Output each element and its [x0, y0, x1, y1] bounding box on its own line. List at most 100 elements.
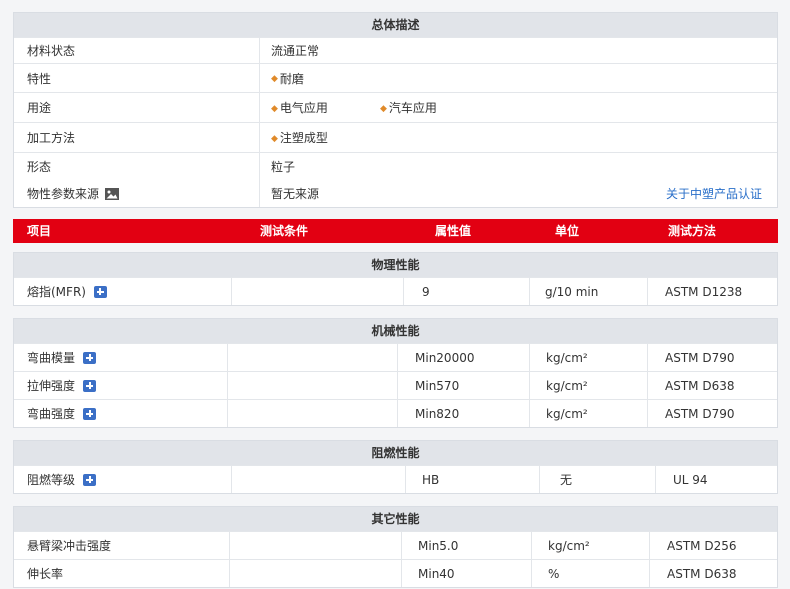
overview-value-text: 流通正常: [271, 44, 320, 58]
property-name-text: 拉伸强度: [27, 379, 76, 393]
property-method: ASTM D790: [665, 406, 735, 421]
overview-row-source: 物性参数来源 暂无来源 关于中塑产品认证: [14, 180, 777, 207]
overview-value: ◆ 注塑成型: [260, 123, 777, 152]
section-other: 其它性能 悬臂梁冲击强度 Min5.0 kg/cm² ASTM D256 伸长率…: [13, 506, 778, 588]
property-method: ASTM D256: [667, 538, 737, 553]
overview-label: 材料状态: [14, 38, 260, 63]
property-row: 拉伸强度 Min570 kg/cm² ASTM D638: [14, 371, 777, 399]
property-method: ASTM D638: [667, 566, 737, 581]
property-name-text: 熔指(MFR): [27, 285, 86, 299]
section-title: 阻燃性能: [14, 441, 777, 465]
property-unit: g/10 min: [530, 278, 648, 305]
overview-label: 形态: [14, 153, 260, 180]
property-condition: [232, 278, 404, 305]
overview-label-text: 物性参数来源: [27, 187, 100, 201]
property-unit: 无: [540, 466, 656, 493]
overview-label: 加工方法: [14, 123, 260, 152]
section-flame: 阻燃性能 阻燃等级 HB 无 UL 94: [13, 440, 778, 494]
feature-tag-label: 耐磨: [279, 71, 304, 86]
property-unit: kg/cm²: [530, 344, 648, 371]
section-physical: 物理性能 熔指(MFR) 9 g/10 min ASTM D1238: [13, 252, 778, 306]
overview-value: ◆ 耐磨: [260, 64, 777, 92]
property-method: ASTM D638: [665, 378, 735, 393]
property-name-text: 弯曲模量: [27, 351, 76, 365]
image-icon[interactable]: [105, 187, 120, 200]
certification-link[interactable]: 关于中塑产品认证: [666, 185, 762, 202]
usage-tag-label: 汽车应用: [388, 101, 437, 115]
property-row: 悬臂梁冲击强度 Min5.0 kg/cm² ASTM D256: [14, 531, 777, 559]
property-unit: kg/cm²: [532, 532, 650, 559]
usage-tag-electrical[interactable]: ◆ 电气应用: [271, 99, 328, 116]
property-method: ASTM D1238: [665, 284, 743, 299]
overview-row-processing: 加工方法 ◆ 注塑成型: [14, 122, 777, 152]
expand-plus-icon[interactable]: [83, 407, 97, 420]
section-mechanical: 机械性能 弯曲模量 Min20000 kg/cm² ASTM D790 拉伸强度…: [13, 318, 778, 428]
usage-tag-label: 电气应用: [279, 101, 328, 115]
overview-value: 粒子: [260, 153, 777, 180]
processing-tag[interactable]: ◆ 注塑成型: [271, 129, 328, 146]
property-name: 拉伸强度: [14, 372, 228, 399]
property-value: Min5.0: [402, 532, 532, 559]
property-unit: kg/cm²: [530, 400, 648, 427]
overview-row-usage: 用途 ◆ 电气应用 ◆ 汽车应用: [14, 92, 777, 122]
property-row: 阻燃等级 HB 无 UL 94: [14, 465, 777, 493]
overview-row-feature: 特性 ◆ 耐磨: [14, 63, 777, 92]
property-row: 熔指(MFR) 9 g/10 min ASTM D1238: [14, 277, 777, 305]
overview-table: 总体描述 材料状态 流通正常 特性 ◆ 耐磨 用途 ◆ 电气应用 ◆ 汽车应用 加工方…: [13, 12, 778, 208]
property-name-text: 弯曲强度: [27, 407, 76, 421]
column-header-item: 项目: [27, 224, 52, 238]
property-value: Min820: [398, 400, 530, 427]
property-name: 阻燃等级: [14, 466, 232, 493]
property-name: 熔指(MFR): [14, 278, 232, 305]
property-condition: [228, 400, 398, 427]
overview-row-form: 形态 粒子: [14, 152, 777, 180]
overview-title: 总体描述: [14, 13, 777, 37]
property-name-text: 阻燃等级: [27, 473, 76, 487]
property-name-text: 悬臂梁冲击强度: [27, 539, 112, 553]
column-header-method: 测试方法: [668, 224, 717, 238]
bullet-icon: ◆: [271, 103, 278, 114]
overview-label: 特性: [14, 64, 260, 92]
section-title: 其它性能: [14, 507, 777, 531]
feature-tag[interactable]: ◆ 耐磨: [271, 70, 304, 87]
property-unit: %: [532, 560, 650, 587]
expand-plus-icon[interactable]: [93, 285, 107, 298]
expand-plus-icon[interactable]: [83, 351, 97, 364]
property-name: 伸长率: [14, 560, 230, 587]
column-header-condition: 测试条件: [260, 224, 309, 238]
expand-plus-icon[interactable]: [83, 379, 97, 392]
property-value: Min40: [402, 560, 532, 587]
bullet-icon: ◆: [271, 74, 278, 84]
property-value: 9: [404, 278, 530, 305]
property-table-header: 项目 测试条件 属性值 单位 测试方法: [13, 219, 778, 243]
property-name: 弯曲模量: [14, 344, 228, 371]
overview-value: 流通正常: [260, 38, 777, 63]
property-method: UL 94: [673, 472, 708, 487]
overview-label: 物性参数来源: [14, 180, 260, 207]
property-condition: [228, 344, 398, 371]
property-unit: kg/cm²: [530, 372, 648, 399]
property-condition: [230, 532, 402, 559]
property-condition: [230, 560, 402, 587]
section-title: 机械性能: [14, 319, 777, 343]
property-value: Min570: [398, 372, 530, 399]
processing-tag-label: 注塑成型: [279, 131, 328, 145]
property-row: 伸长率 Min40 % ASTM D638: [14, 559, 777, 587]
expand-plus-icon[interactable]: [83, 473, 97, 486]
property-value: HB: [406, 466, 540, 493]
product-spec-sheet: 总体描述 材料状态 流通正常 特性 ◆ 耐磨 用途 ◆ 电气应用 ◆ 汽车应用 加工方…: [13, 12, 778, 588]
property-condition: [232, 466, 406, 493]
overview-value-text: 粒子: [271, 160, 296, 174]
property-value: Min20000: [398, 344, 530, 371]
property-row: 弯曲模量 Min20000 kg/cm² ASTM D790: [14, 343, 777, 371]
property-row: 弯曲强度 Min820 kg/cm² ASTM D790: [14, 399, 777, 427]
overview-value-text: 暂无来源: [271, 187, 320, 201]
overview-label: 用途: [14, 93, 260, 122]
property-method: ASTM D790: [665, 350, 735, 365]
property-name: 弯曲强度: [14, 400, 228, 427]
column-header-value: 属性值: [435, 224, 472, 238]
overview-value: ◆ 电气应用 ◆ 汽车应用: [260, 93, 777, 122]
property-condition: [228, 372, 398, 399]
usage-tag-automotive[interactable]: ◆ 汽车应用: [380, 99, 437, 116]
property-name-text: 伸长率: [27, 567, 64, 581]
